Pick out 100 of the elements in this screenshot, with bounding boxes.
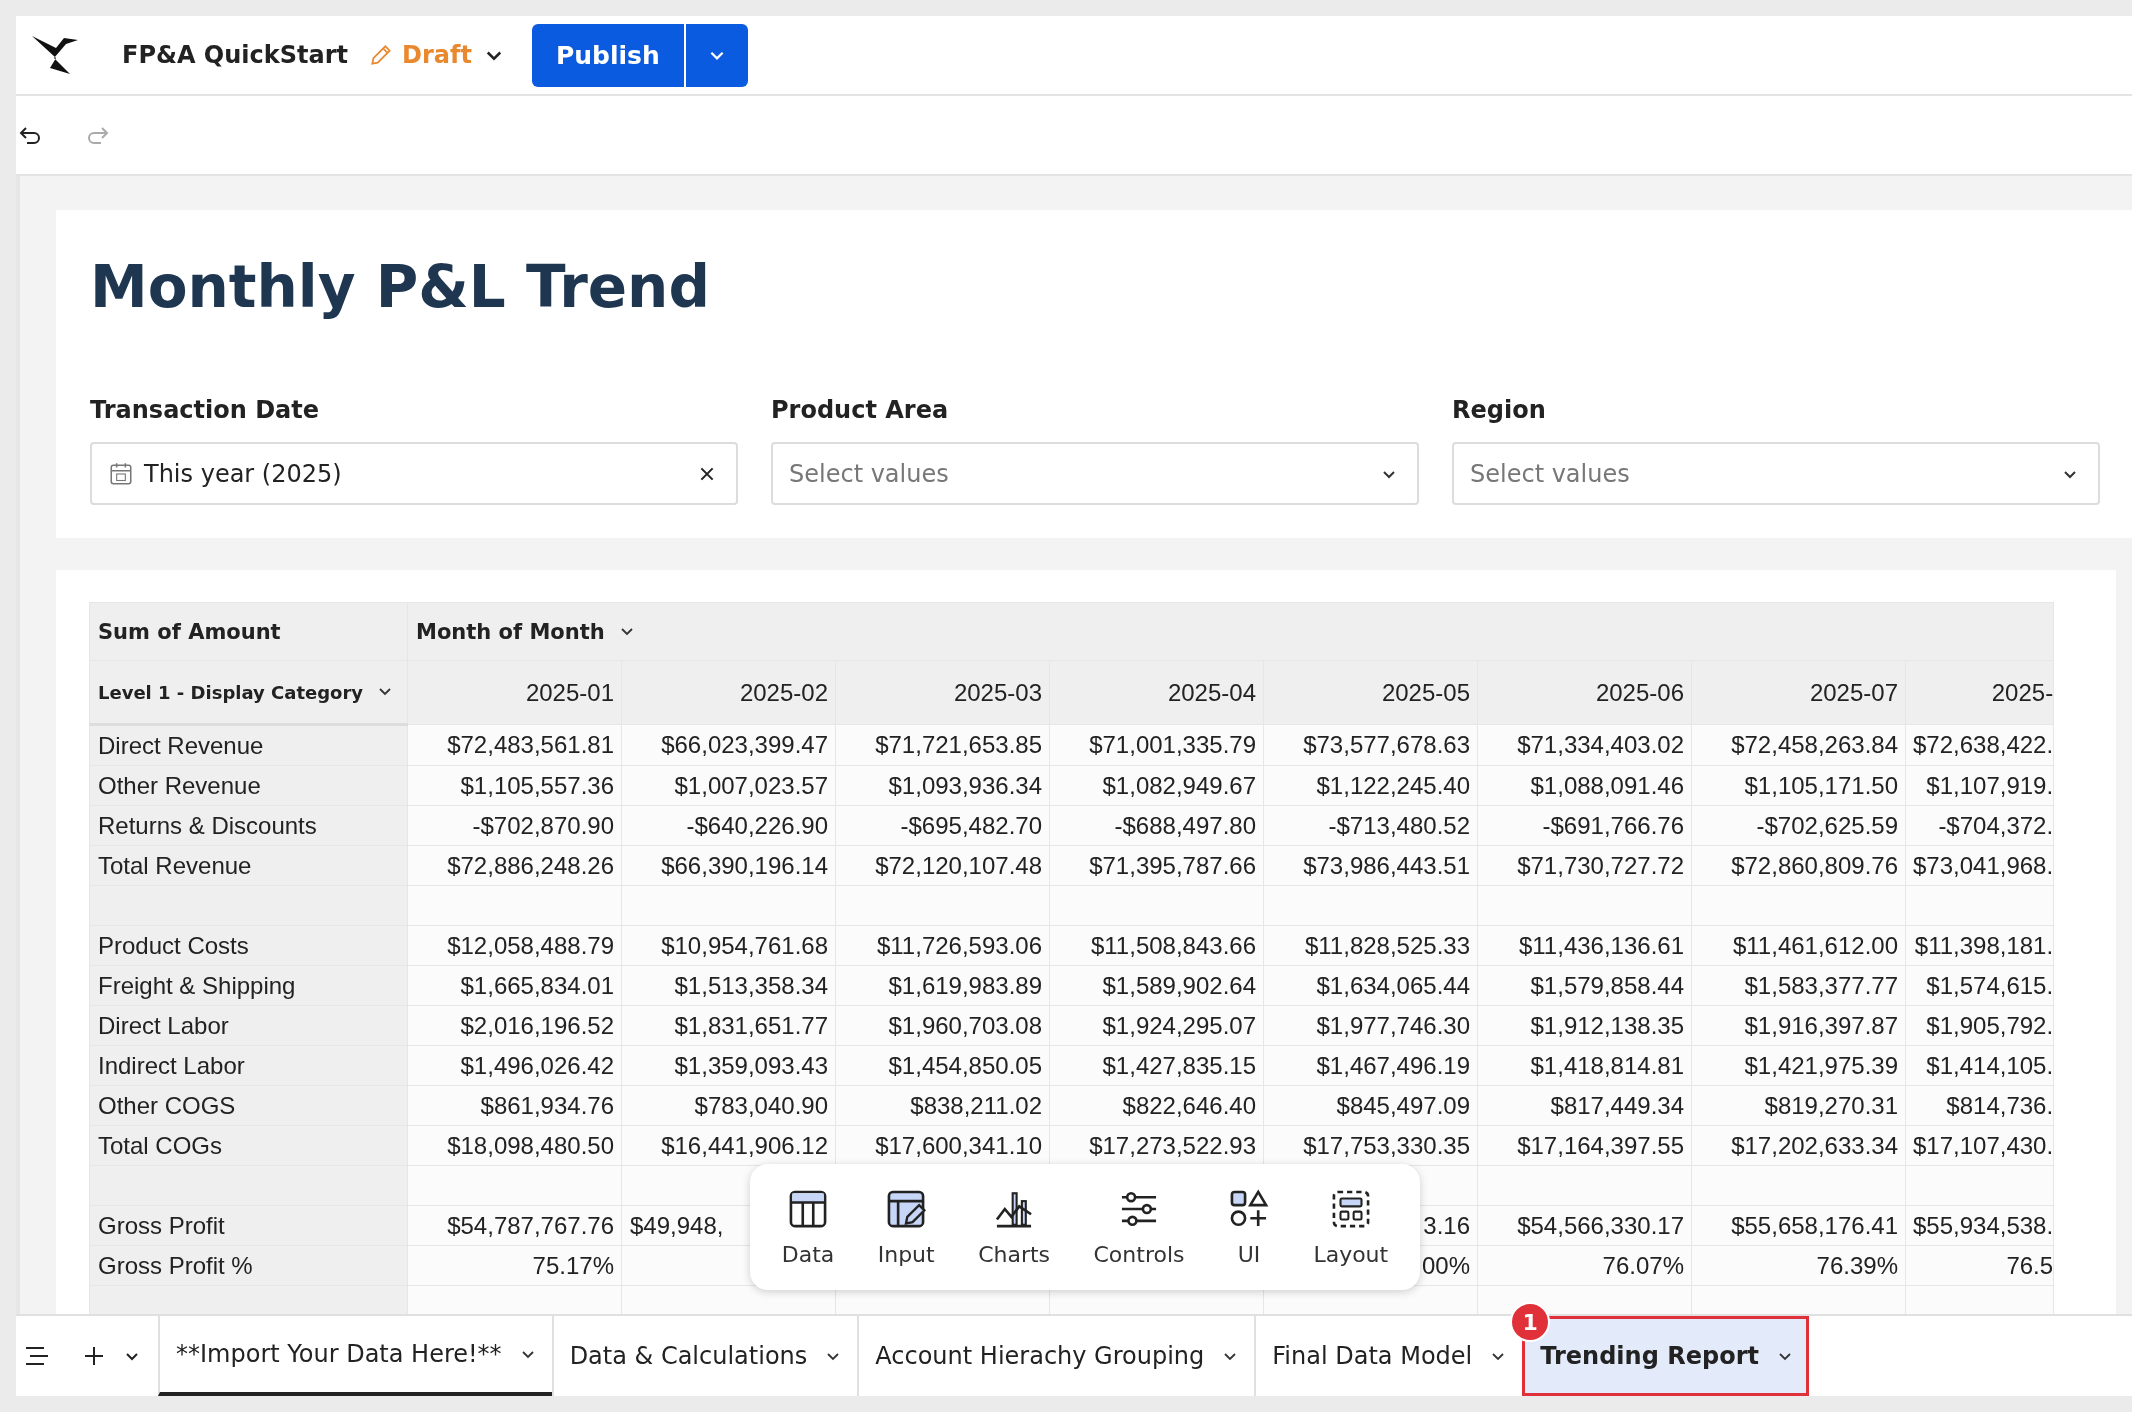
row-label: Returns & Discounts xyxy=(89,805,408,846)
table-cell: $55,658,176.41 xyxy=(1731,1211,1898,1239)
row-label: Total Revenue xyxy=(89,845,408,886)
table-cell: 76.39% xyxy=(1816,1251,1898,1279)
table-cell: $72,483,561.81 xyxy=(447,731,614,758)
table-cell: $11,398,181. xyxy=(1914,931,2054,959)
table-cell: $1,905,792. xyxy=(1926,1011,2054,1039)
column-header-cell: 2025-07 xyxy=(1691,660,1906,725)
table-cell: $66,023,399.47 xyxy=(661,731,828,758)
table-cell: $72,638,422. xyxy=(1913,731,2054,758)
table-cell: $54,566,330.17 xyxy=(1517,1211,1684,1239)
table-cell: $16,441,906.12 xyxy=(661,1131,828,1159)
table-cell: $54,787,767.76 xyxy=(447,1211,614,1239)
table-cell: $17,600,341.10 xyxy=(875,1131,1042,1159)
filter-label: Region xyxy=(1452,396,1547,424)
table-cell: $1,924,295.07 xyxy=(1102,1011,1256,1039)
add-menu-button[interactable]: Data xyxy=(777,1187,839,1267)
table-cell: $71,334,403.02 xyxy=(1517,731,1684,758)
table-cell: $72,860,809.76 xyxy=(1731,851,1898,879)
table-cell: $71,001,335.79 xyxy=(1089,731,1256,758)
table-cell: $1,105,171.50 xyxy=(1744,771,1898,799)
page-tab[interactable]: **Import Your Data Here!** xyxy=(158,1316,552,1396)
column-header-cell: 2025-02 xyxy=(621,660,836,725)
add-menu-button[interactable]: Layout xyxy=(1309,1187,1393,1267)
table-cell: $1,496,026.42 xyxy=(460,1051,614,1079)
table-cell: $1,634,065.44 xyxy=(1316,971,1470,999)
date-field[interactable]: This year (2025) xyxy=(90,442,738,505)
table-cell: $1,088,091.46 xyxy=(1530,771,1684,799)
row-label: Direct Revenue xyxy=(89,724,408,766)
publish-button[interactable]: Publish xyxy=(531,23,684,87)
column-group-header[interactable]: Month of Month xyxy=(407,602,2054,661)
table-cell: $783,040.90 xyxy=(694,1091,828,1119)
row-label: Product Costs xyxy=(89,925,408,966)
table-cell: $1,589,902.64 xyxy=(1102,971,1256,999)
table-cell: $1,467,496.19 xyxy=(1316,1051,1470,1079)
table-cell: $1,414,105. xyxy=(1926,1051,2054,1079)
menu-icon[interactable] xyxy=(24,1345,50,1367)
table-cell: $11,508,843.66 xyxy=(1090,931,1256,959)
table-cell: $838,211.02 xyxy=(910,1091,1042,1119)
pencil-icon xyxy=(368,42,394,68)
table-cell: $1,513,358.34 xyxy=(674,971,828,999)
page-title: Monthly P&L Trend xyxy=(90,252,711,323)
add-menu-button[interactable]: Charts xyxy=(974,1187,1055,1267)
table-cell: $1,007,023.57 xyxy=(674,771,828,799)
table-cell: -$702,870.90 xyxy=(472,811,614,839)
add-menu-button[interactable]: Input xyxy=(873,1187,939,1267)
column-header-cell: 2025-04 xyxy=(1049,660,1264,725)
row-header-cell[interactable]: Level 1 - Display Category xyxy=(89,660,408,725)
table-cell: $1,421,975.39 xyxy=(1744,1051,1898,1079)
table-cell: -$691,766.76 xyxy=(1542,811,1684,839)
table-cell: -$695,482.70 xyxy=(900,811,1042,839)
table-cell: $66,390,196.14 xyxy=(661,851,828,879)
table-cell: $1,082,949.67 xyxy=(1102,771,1256,799)
table-cell: 00% xyxy=(1421,1251,1470,1279)
add-menu-button[interactable]: Controls xyxy=(1089,1187,1189,1267)
row-label: Freight & Shipping xyxy=(89,965,408,1006)
table-cell: $73,986,443.51 xyxy=(1303,851,1470,879)
table-cell: $73,577,678.63 xyxy=(1303,731,1470,758)
table-cell: 76.07% xyxy=(1602,1251,1684,1279)
table-cell: $2,016,196.52 xyxy=(460,1011,614,1039)
row-label: Direct Labor xyxy=(89,1005,408,1046)
page-tab[interactable]: Data & Calculations xyxy=(551,1316,858,1396)
table-cell: $845,497.09 xyxy=(1336,1091,1470,1119)
table-cell: $1,105,557.36 xyxy=(460,771,614,799)
table-cell: $72,120,107.48 xyxy=(875,851,1042,879)
table-cell: $1,107,919. xyxy=(1926,771,2054,799)
table-cell: $17,273,522.93 xyxy=(1089,1131,1256,1159)
table-cell: $71,721,653.85 xyxy=(875,731,1042,758)
table-cell: $1,619,983.89 xyxy=(888,971,1042,999)
table-cell: $11,828,525.33 xyxy=(1304,931,1470,959)
table-cell: 76.5 xyxy=(2006,1251,2054,1279)
table-cell: 75.17% xyxy=(532,1251,614,1279)
table-cell: $72,458,263.84 xyxy=(1731,731,1898,758)
filter-label: Transaction Date xyxy=(90,396,321,424)
table-cell: $1,574,615. xyxy=(1926,971,2054,999)
table-cell: -$713,480.52 xyxy=(1328,811,1470,839)
table-cell: $814,736. xyxy=(1946,1091,2054,1119)
column-header-cell: 2025-01 xyxy=(407,660,622,725)
app-name: FP&A QuickStart xyxy=(122,41,348,69)
row-label: Other COGS xyxy=(89,1085,408,1126)
publish-options-button[interactable] xyxy=(683,23,748,87)
table-cell: -$702,625.59 xyxy=(1756,811,1898,839)
page-tab[interactable]: Account Hierachy Grouping xyxy=(857,1316,1255,1396)
table-cell: $17,202,633.34 xyxy=(1731,1131,1898,1159)
table-cell: $1,427,835.15 xyxy=(1102,1051,1256,1079)
row-label: Total COGs xyxy=(89,1125,408,1166)
row-label: Gross Profit % xyxy=(89,1245,408,1286)
row-label: Other Revenue xyxy=(89,765,408,806)
add-menu-button[interactable]: UI xyxy=(1223,1187,1274,1267)
select-field[interactable]: Select values xyxy=(771,442,1419,505)
table-cell: $12,058,488.79 xyxy=(447,931,614,959)
column-header-cell: 2025-03 xyxy=(835,660,1050,725)
table-cell: $1,831,651.77 xyxy=(674,1011,828,1039)
calendar-icon xyxy=(108,460,134,487)
select-field[interactable]: Select values xyxy=(1452,442,2100,505)
table-cell: $1,583,377.77 xyxy=(1744,971,1898,999)
table-cell: $49,948, xyxy=(630,1211,724,1239)
table-cell: $1,912,138.35 xyxy=(1530,1011,1684,1039)
plus-icon[interactable] xyxy=(82,1344,106,1368)
table-cell: $819,270.31 xyxy=(1764,1091,1898,1119)
